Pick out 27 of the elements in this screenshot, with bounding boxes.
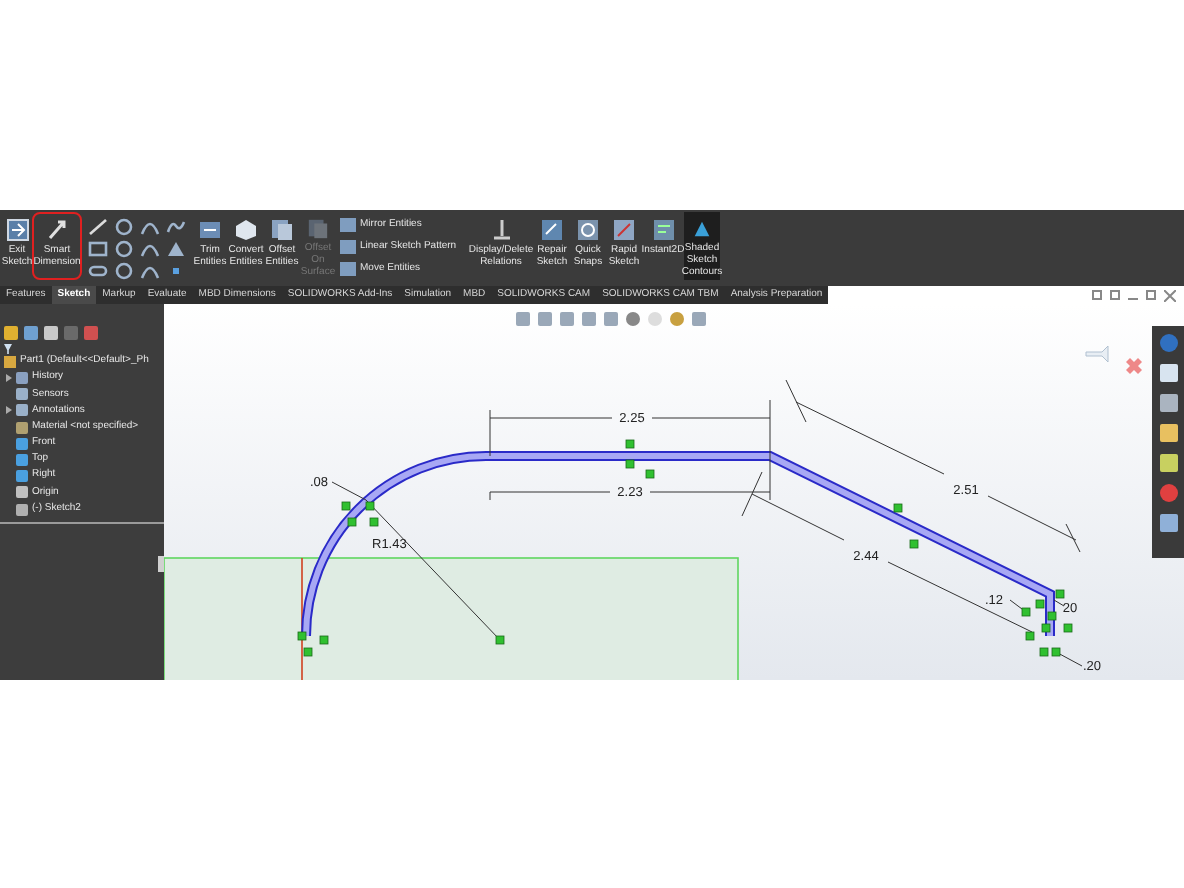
expand-arrow-icon[interactable]: [6, 406, 12, 415]
cancel-icon[interactable]: [1126, 358, 1142, 374]
relations-icon: [489, 218, 513, 242]
confirm-arrow-icon[interactable]: [1085, 345, 1109, 363]
rect-tool-icon[interactable]: [88, 240, 108, 258]
line-tool-icon[interactable]: [88, 218, 108, 236]
spline-tool-icon[interactable]: [166, 218, 186, 236]
dimension-icon: [45, 218, 69, 242]
shaded-contour-icon: [690, 218, 714, 240]
instant2d-icon: [651, 218, 675, 242]
exit-sketch-icon: [5, 218, 29, 242]
origin-line: [301, 557, 303, 680]
rapid-sketch-icon: [612, 218, 636, 242]
expand-arrow-icon[interactable]: [6, 374, 12, 383]
offset-icon: [270, 218, 294, 242]
trim-icon: [198, 218, 222, 242]
text-tool-icon[interactable]: [166, 240, 186, 258]
slot-tool-icon[interactable]: [88, 262, 108, 280]
offset-icon: [306, 218, 330, 240]
panel-collapse-handle[interactable]: [158, 556, 164, 572]
snaps-icon: [576, 218, 600, 242]
sketch-profile[interactable]: [301, 451, 1055, 637]
maximize-icon[interactable]: [1146, 290, 1156, 300]
repair-icon: [540, 218, 564, 242]
part-icon: [4, 356, 16, 368]
filter-icon[interactable]: [4, 344, 12, 354]
close-icon[interactable]: [1164, 289, 1176, 301]
